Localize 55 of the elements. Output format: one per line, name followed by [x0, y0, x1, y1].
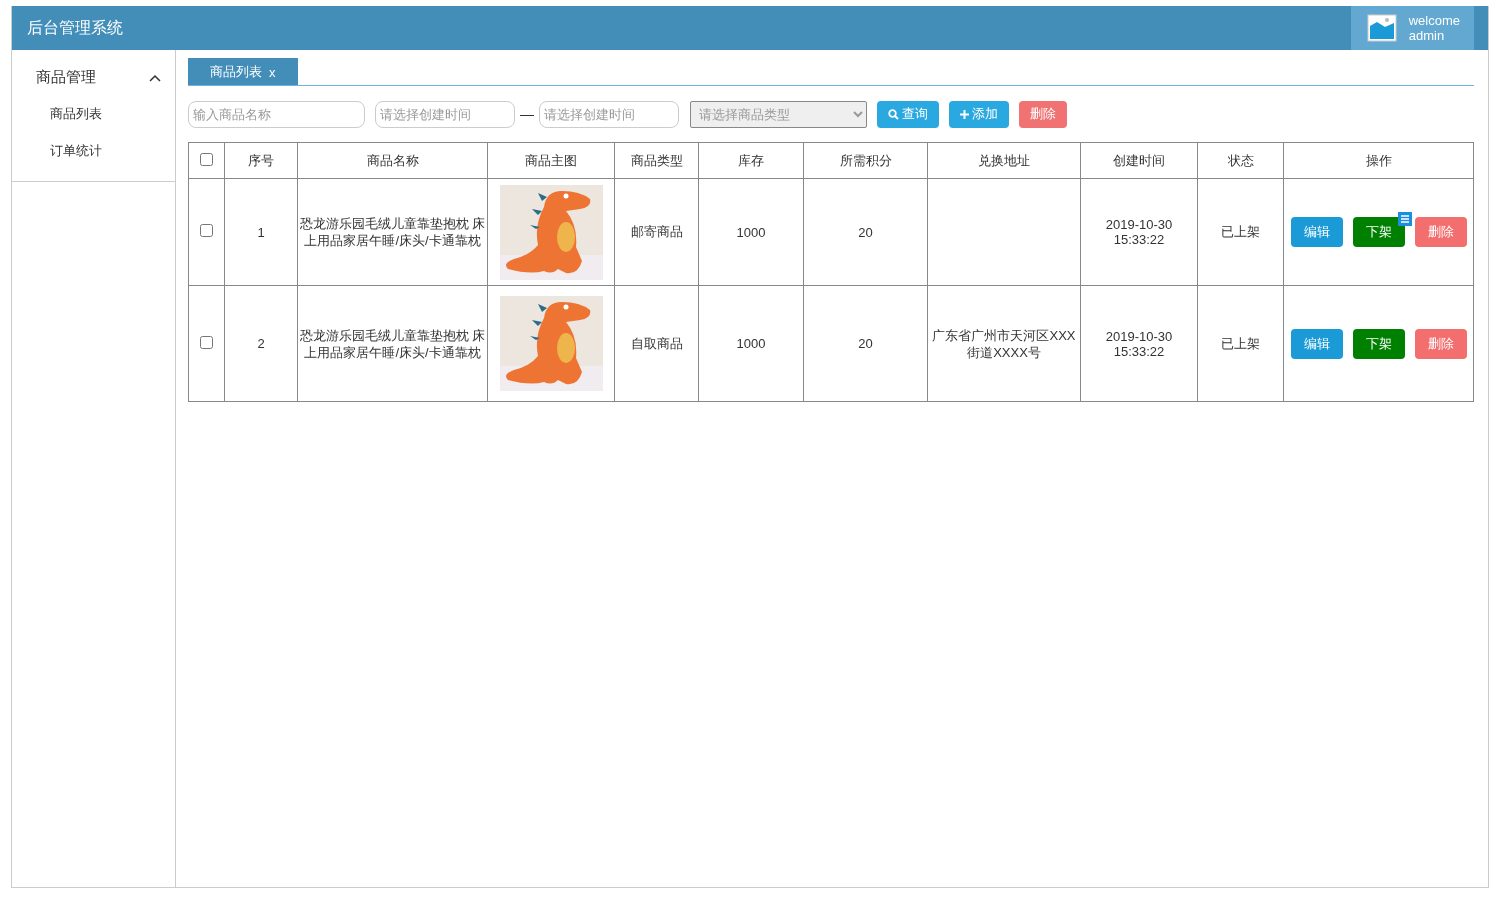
edit-button[interactable]: 编辑	[1290, 328, 1343, 359]
avatar-image-icon	[1366, 14, 1397, 42]
plus-icon	[960, 109, 969, 119]
created-time: 2019-10-30 15:33:22	[1104, 328, 1174, 359]
type-dropdown[interactable]: 请选择商品类型	[690, 100, 867, 128]
column-header: 所需积分	[803, 142, 928, 179]
table-cell: 已上架	[1197, 285, 1284, 402]
search-button[interactable]: 查询	[877, 100, 939, 128]
range-separator: —	[520, 106, 534, 122]
menu-group-label: 商品管理	[36, 68, 96, 87]
unlist-button[interactable]: 下架	[1352, 328, 1405, 359]
column-header: 操作	[1283, 142, 1474, 179]
column-header: 状态	[1197, 142, 1284, 179]
table-cell: 20	[803, 178, 928, 286]
table-cell: 20	[803, 285, 928, 402]
table-cell: 自取商品	[614, 285, 699, 402]
delete-button[interactable]: 删除	[1414, 217, 1467, 247]
table-cell: 已上架	[1197, 178, 1284, 286]
address-text: 广东省广州市天河区XXX街道XXXX号	[931, 326, 1077, 361]
row-checkbox[interactable]	[200, 224, 213, 237]
delete-button[interactable]: 删除	[1414, 328, 1467, 359]
start-date-field[interactable]: 请选择创建时间	[375, 100, 515, 128]
menu-item[interactable]: 订单统计	[12, 132, 175, 169]
table-cell: 1000	[698, 178, 804, 286]
greeting-text: welcome	[1408, 13, 1460, 28]
column-header: 创建时间	[1080, 142, 1198, 179]
column-header: 库存	[698, 142, 804, 179]
app-title: 后台管理系统	[27, 17, 123, 38]
name-input-field[interactable]: 输入商品名称	[188, 100, 365, 128]
column-header: 序号	[224, 142, 298, 179]
table-cell: 2	[224, 285, 298, 402]
add-button[interactable]: 添加	[949, 100, 1009, 128]
table-cell: 1000	[698, 285, 804, 402]
column-header: 兑换地址	[927, 142, 1081, 179]
menu-item[interactable]: 商品列表	[12, 95, 175, 132]
tab[interactable]: 商品列表 x	[188, 58, 298, 85]
created-time: 2019-10-30 15:33:22	[1104, 217, 1174, 247]
user-name: admin	[1408, 28, 1446, 43]
menu-group-header[interactable]: 商品管理	[12, 60, 175, 95]
edit-button[interactable]: 编辑	[1290, 217, 1343, 247]
delete-button[interactable]: 删除	[1019, 100, 1067, 128]
table-cell: 1	[224, 178, 298, 286]
select-all-checkbox[interactable]	[200, 152, 213, 166]
search-icon	[888, 108, 899, 120]
table-cell: 恐龙游乐园毛绒儿童靠垫抱枕 床上用品家居午睡/床头/卡通靠枕	[297, 178, 488, 286]
close-icon[interactable]: x	[269, 64, 276, 80]
column-header: 商品主图	[487, 142, 615, 179]
table-cell: 恐龙游乐园毛绒儿童靠垫抱枕 床上用品家居午睡/床头/卡通靠枕	[297, 285, 488, 402]
row-checkbox[interactable]	[200, 335, 213, 349]
user-menu[interactable]: welcome admin	[1350, 6, 1474, 50]
table-cell: 邮寄商品	[614, 178, 699, 286]
end-date-field[interactable]: 请选择创建时间	[539, 100, 679, 128]
unlist-button[interactable]: 下架	[1352, 217, 1405, 247]
column-header: 商品名称	[297, 142, 488, 179]
column-header: 商品类型	[614, 142, 699, 179]
